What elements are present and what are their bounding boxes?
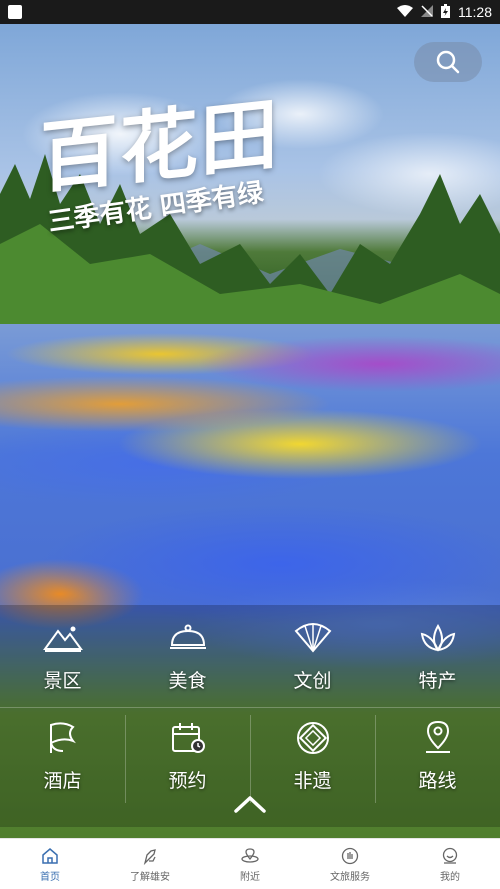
status-bar: 11:28	[0, 0, 500, 24]
nav-item-services[interactable]: 文旅服务	[300, 839, 400, 889]
nav-label: 了解雄安	[130, 871, 170, 883]
category-label: 预约	[168, 770, 207, 792]
nav-label: 文旅服务	[330, 871, 370, 883]
app-notification-icon	[8, 5, 22, 19]
location-pin-icon	[418, 718, 458, 758]
nav-label: 首页	[40, 871, 60, 883]
lotus-icon	[418, 618, 458, 658]
mountain-icon	[42, 618, 83, 658]
service-icon	[340, 846, 360, 866]
bottom-navigation: 首页 了解雄安 附近 文旅服务 我的	[0, 838, 500, 889]
nav-item-profile[interactable]: 我的	[400, 839, 500, 889]
search-icon	[436, 50, 460, 74]
hero-title-block: 百花田 三季有花 四季有绿	[40, 84, 280, 237]
status-time: 11:28	[458, 4, 492, 20]
heritage-pattern-icon	[293, 718, 333, 758]
category-food[interactable]: 美食	[125, 608, 250, 708]
nav-label: 附近	[240, 871, 260, 883]
category-label: 特产	[418, 670, 457, 692]
nav-item-explore[interactable]: 了解雄安	[100, 839, 200, 889]
category-label: 文创	[293, 670, 332, 692]
category-hotel[interactable]: 酒店	[0, 708, 125, 808]
category-label: 景区	[43, 670, 82, 692]
battery-charging-icon	[441, 3, 450, 21]
calendar-clock-icon	[168, 718, 208, 758]
collapse-grid-button[interactable]	[232, 792, 268, 816]
fan-icon	[293, 618, 333, 658]
nav-item-home[interactable]: 首页	[0, 839, 100, 889]
nav-item-nearby[interactable]: 附近	[200, 839, 300, 889]
wifi-icon	[397, 4, 413, 20]
category-label: 美食	[168, 670, 207, 692]
nav-label: 我的	[440, 871, 460, 883]
category-scenic[interactable]: 景区	[0, 608, 125, 708]
home-icon	[40, 846, 60, 866]
category-route[interactable]: 路线	[375, 708, 500, 808]
category-label: 路线	[418, 770, 457, 792]
no-signal-icon	[421, 4, 433, 20]
category-heritage[interactable]: 非遗	[250, 708, 375, 808]
category-creative[interactable]: 文创	[250, 608, 375, 708]
category-grid-row-1: 景区 美食 文创 特产	[0, 608, 500, 708]
category-specialty[interactable]: 特产	[375, 608, 500, 708]
nearby-icon	[240, 846, 260, 866]
food-cloche-icon	[168, 618, 208, 658]
explore-icon	[140, 846, 160, 866]
category-label: 酒店	[43, 770, 82, 792]
profile-icon	[440, 846, 460, 866]
category-label: 非遗	[293, 770, 332, 792]
search-button[interactable]	[414, 42, 482, 82]
hotel-flag-icon	[43, 718, 83, 758]
chevron-up-icon	[234, 796, 266, 813]
